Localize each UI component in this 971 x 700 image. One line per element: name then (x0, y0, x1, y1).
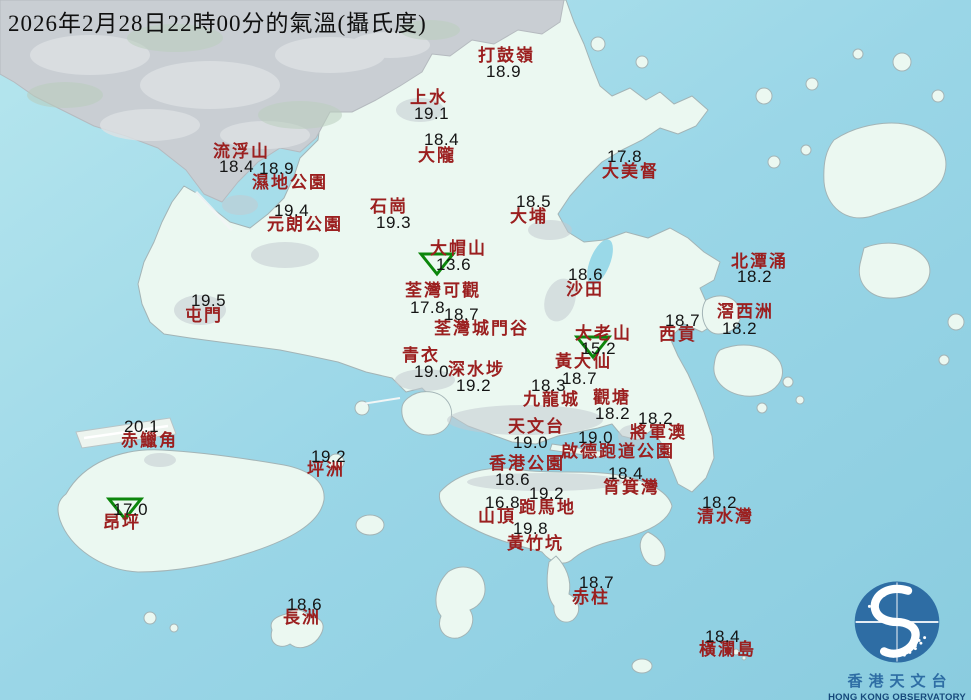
station-temp: 18.2 (737, 267, 773, 286)
station-temp: 19.1 (414, 104, 450, 123)
station-temp: 19.0 (414, 362, 450, 381)
station-temp: 19.2 (456, 376, 492, 395)
ne-islet-3 (931, 89, 945, 103)
soko-island (143, 611, 157, 625)
page-title: 2026年2月28日22時00分的氣溫(攝氏度) (8, 11, 427, 36)
station-temp: 19.2 (311, 447, 347, 466)
hko-logo-name-zh: 香港天文台 (847, 674, 953, 690)
islet-3 (795, 395, 805, 405)
station-temp: 18.5 (516, 192, 552, 211)
station-temp: 20.1 (124, 417, 160, 436)
station-temp: 18.3 (531, 376, 567, 395)
station-temp: 18.7 (579, 573, 615, 592)
station-temp: 18.6 (568, 265, 604, 284)
hko-logo-name-en: HONG KONG OBSERVATORY (828, 692, 966, 700)
station-temp: 19.2 (529, 484, 565, 503)
station-temp: 19.5 (191, 291, 227, 310)
station-name: 滘西洲 (717, 302, 774, 321)
station-temp: 18.7 (562, 369, 598, 388)
starling-islet-2 (635, 55, 649, 69)
station-temp: 18.4 (424, 130, 460, 149)
station-temp: 13.6 (436, 255, 472, 274)
hei-ling-chau-island (355, 514, 385, 536)
station-temp: 19.0 (513, 433, 549, 452)
station-temp: 18.7 (444, 305, 480, 324)
station-temp: 19.3 (376, 213, 412, 232)
station-temp: 17.8 (410, 298, 446, 317)
ne-islet-1 (892, 52, 912, 72)
hko-logo: 香港天文台 HONG KONG OBSERVATORY (826, 576, 968, 700)
station-temp: 18.6 (287, 595, 323, 614)
station-temp: 19.0 (578, 428, 614, 447)
islet-2 (782, 376, 794, 388)
soko-islet (169, 623, 179, 633)
station-name: 荃灣可觀 (405, 281, 481, 300)
station-temp: 19.4 (274, 201, 310, 220)
station-temp: 18.4 (608, 464, 644, 483)
station-temp: 17.0 (113, 500, 149, 519)
e-islet-2 (938, 354, 950, 366)
hko-temperature-map-page: 2026年2月28日22時00分的氣溫(攝氏度) 打鼓嶺 18.9 上水 19.1 大隴… (0, 0, 971, 700)
station-temp: 18.2 (638, 409, 674, 428)
station-name: 大隴 (418, 146, 456, 165)
tap-mun-island (767, 155, 781, 169)
station-temp: 18.6 (495, 470, 531, 489)
station-temp: 18.9 (486, 62, 522, 81)
station-temp: 18.2 (722, 319, 758, 338)
station-temp: 18.4 (705, 627, 741, 646)
starling-islet-1 (590, 36, 606, 52)
ne-islet-2 (852, 48, 864, 60)
hko-logo-icon (854, 581, 940, 663)
station-temp: 18.9 (259, 159, 295, 178)
ne-islet-5 (755, 87, 773, 105)
islet-1 (756, 402, 768, 414)
ne-islet-4 (805, 77, 819, 91)
station-temp: 15.2 (581, 339, 617, 358)
e-islet-1 (947, 313, 965, 331)
station-temp: 19.8 (513, 519, 549, 538)
po-toi-island (631, 658, 653, 674)
station-temp: 18.2 (595, 404, 631, 423)
station-temp: 17.8 (607, 147, 643, 166)
station-temp: 16.8 (485, 493, 521, 512)
station-temp: 18.4 (219, 157, 255, 176)
station-temp: 18.7 (665, 311, 701, 330)
station-temp: 18.2 (702, 493, 738, 512)
ne-islet-6 (800, 144, 812, 156)
